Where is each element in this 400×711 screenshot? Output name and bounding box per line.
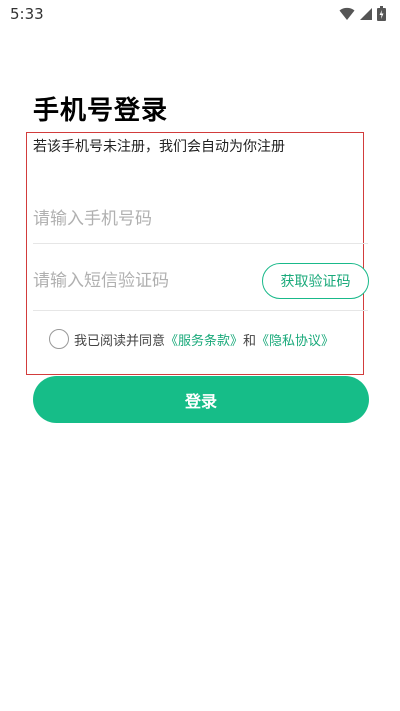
register-hint: 若该手机号未注册，我们会自动为你注册: [33, 139, 285, 155]
phone-input[interactable]: [33, 195, 368, 244]
status-time: 5:33: [10, 5, 44, 23]
signal-icon: [360, 7, 372, 20]
terms-link[interactable]: 《服务条款》: [165, 330, 243, 349]
agreement-and: 和: [243, 333, 257, 349]
sms-code-input[interactable]: [33, 260, 258, 302]
divider: [33, 310, 368, 311]
privacy-link[interactable]: 《隐私协议》: [256, 330, 334, 349]
status-bar: 5:33: [0, 0, 400, 30]
battery-icon: [377, 6, 386, 21]
page-title: 手机号登录: [33, 96, 169, 126]
wifi-icon: [339, 7, 355, 20]
status-icons: [339, 6, 386, 21]
agreement-row: 我已阅读并同意 《服务条款》 和 《隐私协议》: [49, 329, 334, 349]
agreement-checkbox[interactable]: [49, 329, 69, 349]
agreement-text: 我已阅读并同意: [74, 333, 166, 349]
login-button[interactable]: 登录: [33, 376, 369, 423]
get-code-button[interactable]: 获取验证码: [262, 263, 369, 299]
